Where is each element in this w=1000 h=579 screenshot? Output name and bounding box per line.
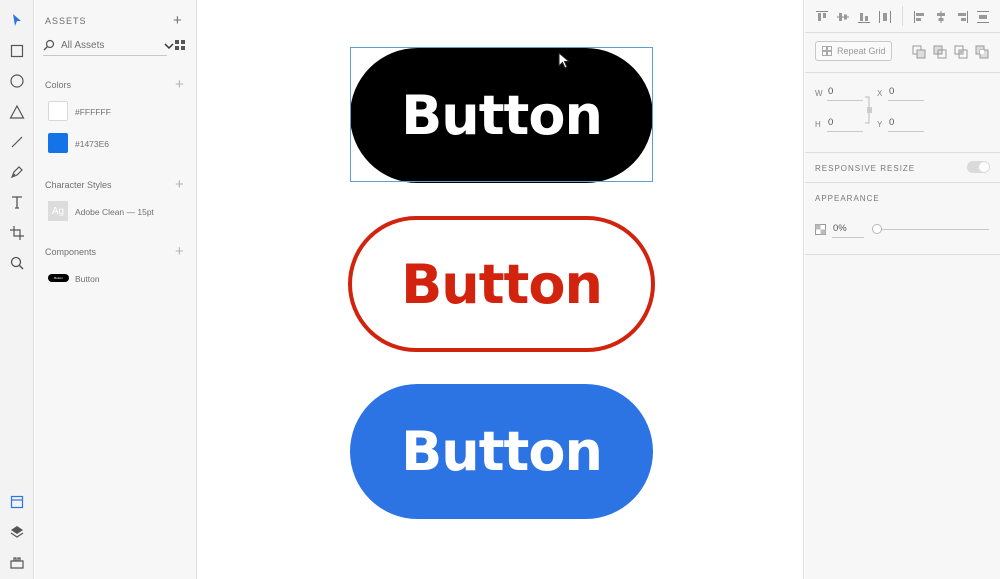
toolbar-divider [902, 6, 903, 26]
repeat-grid-label: Repeat Grid [837, 46, 886, 56]
align-center-icon[interactable] [934, 10, 948, 24]
mouse-cursor-icon [558, 52, 571, 69]
add-component-plus-icon[interactable]: + [175, 244, 184, 259]
responsive-resize-toggle[interactable] [967, 161, 990, 173]
align-toolbar [805, 0, 1000, 33]
add-color-plus-icon[interactable]: + [175, 77, 184, 92]
opacity-icon [815, 224, 826, 235]
y-field[interactable]: 0 [888, 117, 924, 132]
opacity-slider-handle[interactable] [872, 224, 882, 234]
components-section-label: Components [45, 247, 97, 257]
color-label-blue: #1473E6 [75, 139, 110, 149]
zoom-icon[interactable] [5, 251, 29, 275]
height-field[interactable]: 0 [827, 117, 863, 132]
appearance-label: APPEARANCE [815, 194, 880, 203]
canvas-button-blue[interactable]: Button [350, 384, 653, 519]
property-inspector: Repeat Grid W 0 H 0 X 0 Y 0 RESPONSIVE R… [805, 0, 1000, 579]
responsive-resize-label: RESPONSIVE RESIZE [815, 164, 916, 173]
boolean-intersect-icon[interactable] [954, 45, 968, 59]
canvas-button-outline-red[interactable]: Button [348, 216, 655, 352]
rectangle-icon[interactable] [5, 39, 29, 63]
character-style-name: Adobe Clean — 15pt [75, 207, 154, 217]
repeat-grid-section: Repeat Grid [805, 33, 1000, 73]
color-label-white: #FFFFFF [75, 107, 111, 117]
select-arrow-icon[interactable] [5, 8, 29, 32]
repeat-grid-icon [822, 46, 832, 56]
grid-view-icon[interactable] [175, 40, 185, 50]
add-character-style-plus-icon[interactable]: + [175, 177, 184, 192]
distribute-vertical-icon[interactable] [878, 10, 892, 24]
component-thumbnail[interactable]: Button [48, 274, 69, 282]
width-field[interactable]: 0 [827, 86, 863, 101]
add-asset-plus-icon[interactable]: + [173, 13, 182, 28]
component-name: Button [75, 274, 100, 284]
plugins-icon[interactable] [5, 551, 29, 575]
assets-panel-icon[interactable] [5, 490, 29, 514]
opacity-field[interactable]: 0% [832, 223, 864, 238]
search-icon [43, 39, 55, 51]
distribute-horizontal-icon[interactable] [976, 10, 990, 24]
height-label: H [815, 120, 821, 129]
align-middle-icon[interactable] [836, 10, 850, 24]
x-field[interactable]: 0 [888, 86, 924, 101]
canvas-button-black[interactable]: Button [350, 48, 653, 183]
width-label: W [815, 89, 823, 98]
color-swatch-blue[interactable] [48, 133, 68, 153]
pen-icon[interactable] [5, 160, 29, 184]
character-styles-section-label: Character Styles [45, 180, 112, 190]
design-canvas[interactable]: Button Button Button [198, 0, 804, 579]
transform-section: W 0 H 0 X 0 Y 0 [805, 73, 1000, 153]
boolean-add-icon[interactable] [912, 45, 926, 59]
lock-aspect-icon[interactable] [865, 93, 873, 127]
tools-toolbar [0, 0, 34, 579]
align-bottom-icon[interactable] [857, 10, 871, 24]
colors-section-label: Colors [45, 80, 72, 90]
text-icon[interactable] [5, 190, 29, 214]
assets-panel-title: ASSETS [45, 16, 87, 26]
assets-filter-dropdown[interactable]: All Assets [43, 36, 174, 56]
y-label: Y [877, 120, 883, 129]
artboard-icon[interactable] [5, 221, 29, 245]
opacity-slider-track[interactable] [877, 229, 989, 230]
appearance-section: APPEARANCE 0% [805, 183, 1000, 255]
boolean-subtract-icon[interactable] [933, 45, 947, 59]
boolean-exclude-icon[interactable] [975, 45, 989, 59]
align-right-icon[interactable] [955, 10, 969, 24]
character-style-preview[interactable]: Ag [48, 201, 68, 221]
color-swatch-white[interactable] [48, 101, 68, 121]
layers-icon[interactable] [5, 520, 29, 544]
assets-panel: ASSETS + All Assets Colors + #FFFFFF #14… [35, 0, 197, 579]
ellipse-icon[interactable] [5, 69, 29, 93]
line-icon[interactable] [5, 130, 29, 154]
chevron-down-icon [164, 43, 174, 50]
x-label: X [877, 89, 883, 98]
assets-filter-value: All Assets [61, 40, 105, 51]
align-left-icon[interactable] [913, 10, 927, 24]
repeat-grid-button[interactable]: Repeat Grid [815, 41, 892, 61]
align-top-icon[interactable] [815, 10, 829, 24]
polygon-icon[interactable] [5, 100, 29, 124]
